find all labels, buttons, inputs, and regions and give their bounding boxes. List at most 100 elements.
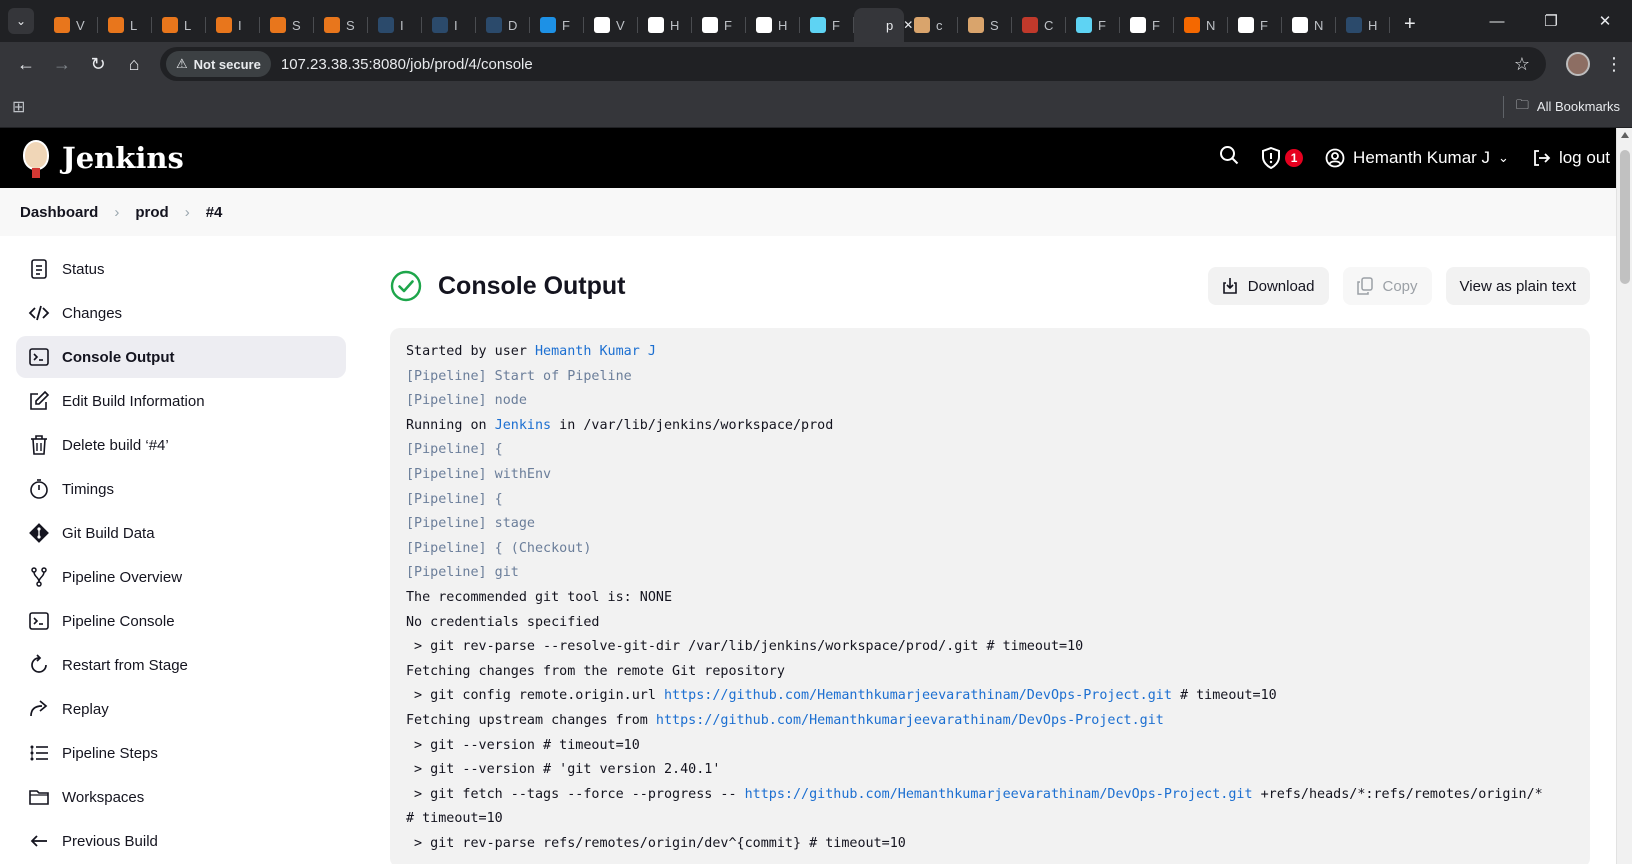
- console-link[interactable]: https://github.com/Hemanthkumarjeevarath…: [664, 688, 1172, 703]
- sidebar-item-delete-build-4[interactable]: Delete build ‘#4’: [16, 424, 346, 466]
- browser-tab[interactable]: p ✕: [854, 8, 913, 42]
- browser-tab[interactable]: S: [260, 8, 314, 42]
- all-bookmarks-button[interactable]: 🗀 All Bookmarks: [1502, 95, 1620, 118]
- sidebar-item-pipeline-overview[interactable]: Pipeline Overview: [16, 556, 346, 598]
- sidebar-item-replay[interactable]: Replay: [16, 688, 346, 730]
- logout-label: log out: [1558, 148, 1610, 167]
- browser-tab[interactable]: F: [1120, 8, 1174, 42]
- security-chip[interactable]: ⚠ Not secure: [166, 51, 271, 77]
- browser-tab[interactable]: F: [800, 8, 854, 42]
- console-log-line: > git fetch --tags --force --progress --…: [406, 783, 1574, 808]
- sidebar-item-changes[interactable]: Changes: [16, 292, 346, 334]
- tab-title: F: [832, 17, 840, 33]
- replay-icon: [28, 698, 50, 720]
- browser-menu-icon[interactable]: ⋮: [1604, 54, 1624, 75]
- search-icon[interactable]: [1219, 145, 1239, 171]
- browser-tab[interactable]: L: [152, 8, 206, 42]
- browser-tab[interactable]: V: [584, 8, 638, 42]
- user-icon: [1325, 148, 1345, 168]
- reload-button[interactable]: ↻: [80, 46, 116, 82]
- console-text: > git --version # timeout=10: [406, 737, 640, 753]
- browser-tab[interactable]: N: [1174, 8, 1228, 42]
- profile-avatar[interactable]: [1566, 52, 1590, 76]
- page-scrollbar[interactable]: [1616, 128, 1632, 864]
- browser-tab[interactable]: H: [746, 8, 800, 42]
- sidebar-item-edit-build-information[interactable]: Edit Build Information: [16, 380, 346, 422]
- stopwatch-icon: [28, 478, 50, 500]
- tab-favicon-icon: [968, 17, 984, 33]
- sidebar-item-workspaces[interactable]: Workspaces: [16, 776, 346, 818]
- console-text: The recommended git tool is: NONE: [406, 589, 673, 605]
- tab-title: D: [508, 17, 518, 33]
- sidebar-item-timings[interactable]: Timings: [16, 468, 346, 510]
- url-text[interactable]: 107.23.38.35:8080/job/prod/4/console: [281, 56, 1514, 73]
- browser-tab[interactable]: N: [1282, 8, 1336, 42]
- console-log-line: Running on Jenkins in /var/lib/jenkins/w…: [406, 414, 1574, 439]
- sidebar-item-restart-from-stage[interactable]: Restart from Stage: [16, 644, 346, 686]
- browser-tab[interactable]: F: [692, 8, 746, 42]
- jenkins-brand[interactable]: Jenkins: [62, 141, 184, 175]
- browser-tab[interactable]: F: [1228, 8, 1282, 42]
- breadcrumb-build[interactable]: #4: [206, 204, 223, 221]
- sidebar-item-status[interactable]: Status: [16, 248, 346, 290]
- logout-link[interactable]: log out: [1531, 148, 1610, 168]
- download-button[interactable]: Download: [1207, 267, 1329, 305]
- sidebar-item-pipeline-console[interactable]: Pipeline Console: [16, 600, 346, 642]
- forward-button[interactable]: →: [44, 46, 80, 82]
- browser-tab[interactable]: I: [368, 8, 422, 42]
- browser-tab[interactable]: c: [904, 8, 958, 42]
- user-menu[interactable]: Hemanth Kumar J ⌄: [1325, 148, 1509, 168]
- browser-tab[interactable]: I: [422, 8, 476, 42]
- address-bar[interactable]: ⚠ Not secure 107.23.38.35:8080/job/prod/…: [160, 47, 1546, 81]
- minimize-button[interactable]: —: [1470, 0, 1524, 42]
- tab-search-button[interactable]: ⌄: [8, 8, 34, 34]
- security-alerts-button[interactable]: 1: [1261, 147, 1304, 169]
- browser-tab[interactable]: V: [44, 8, 98, 42]
- bookmark-star-icon[interactable]: ☆: [1514, 54, 1530, 75]
- back-button[interactable]: ←: [8, 46, 44, 82]
- sidebar-item-previous-build[interactable]: Previous Build: [16, 820, 346, 862]
- browser-tab[interactable]: L: [98, 8, 152, 42]
- jenkins-logo-icon[interactable]: [20, 138, 52, 178]
- close-window-button[interactable]: ✕: [1578, 0, 1632, 42]
- tab-title: c: [936, 17, 943, 33]
- browser-tab[interactable]: H: [638, 8, 692, 42]
- copy-button[interactable]: Copy: [1342, 267, 1432, 305]
- new-tab-button[interactable]: +: [1404, 13, 1416, 36]
- browser-tab[interactable]: C: [1012, 8, 1066, 42]
- apps-grid-icon[interactable]: ⊞: [12, 97, 25, 117]
- tab-title: F: [1098, 17, 1106, 33]
- tab-favicon-icon: [270, 17, 286, 33]
- browser-tab[interactable]: I: [206, 8, 260, 42]
- browser-tab[interactable]: D: [476, 8, 530, 42]
- breadcrumb-job[interactable]: prod: [135, 204, 168, 221]
- sidebar-item-console-output[interactable]: Console Output: [16, 336, 346, 378]
- tab-favicon-icon: [1292, 17, 1308, 33]
- browser-tab[interactable]: S: [314, 8, 368, 42]
- console-link[interactable]: Hemanth Kumar J: [535, 344, 656, 359]
- console-link[interactable]: Jenkins: [495, 418, 551, 433]
- tab-favicon-icon: [1022, 17, 1038, 33]
- title-row: Console Output Download Copy View as pla…: [390, 266, 1590, 306]
- home-button[interactable]: ⌂: [116, 46, 152, 82]
- browser-tab[interactable]: S: [958, 8, 1012, 42]
- sidebar-item-pipeline-steps[interactable]: Pipeline Steps: [16, 732, 346, 774]
- download-label: Download: [1247, 277, 1315, 295]
- sidebar-item-git-build-data[interactable]: Git Build Data: [16, 512, 346, 554]
- console-link[interactable]: https://github.com/Hemanthkumarjeevarath…: [656, 713, 1164, 728]
- browser-toolbar: ← → ↻ ⌂ ⚠ Not secure 107.23.38.35:8080/j…: [0, 42, 1632, 86]
- tab-title: p: [886, 17, 894, 33]
- restore-button[interactable]: ❐: [1524, 0, 1578, 42]
- list-icon: [28, 742, 50, 764]
- arrow-left-icon: [28, 830, 50, 852]
- console-text: Fetching upstream changes from: [406, 712, 656, 728]
- browser-tab[interactable]: F: [530, 8, 584, 42]
- breadcrumb-dashboard[interactable]: Dashboard: [20, 204, 98, 221]
- view-plain-text-button[interactable]: View as plain text: [1445, 267, 1590, 305]
- browser-tab[interactable]: H: [1336, 8, 1390, 42]
- console-log-line: Fetching upstream changes from https://g…: [406, 709, 1574, 734]
- console-link[interactable]: https://github.com/Hemanthkumarjeevarath…: [745, 787, 1253, 802]
- scrollbar-thumb[interactable]: [1620, 150, 1630, 284]
- scroll-up-arrow-icon[interactable]: [1621, 132, 1629, 138]
- browser-tab[interactable]: F: [1066, 8, 1120, 42]
